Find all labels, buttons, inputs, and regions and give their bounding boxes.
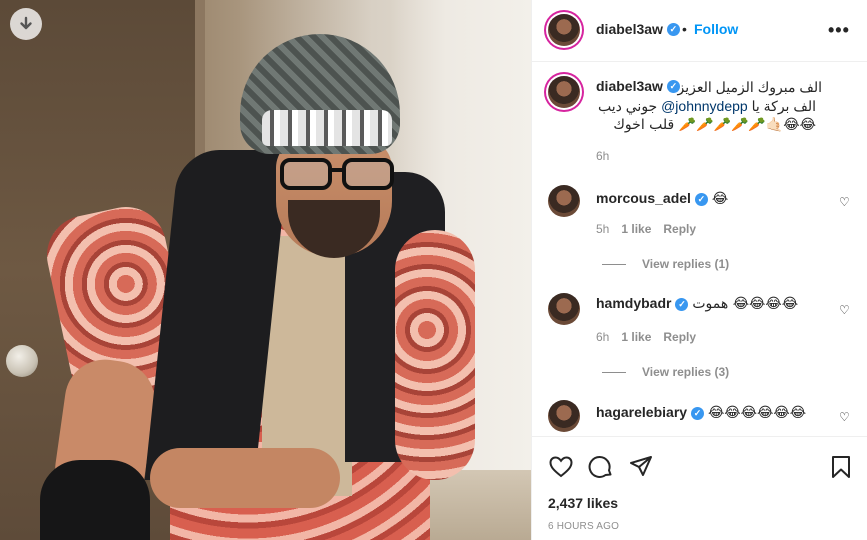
view-replies-label[interactable]: View replies (3) bbox=[642, 365, 729, 379]
verified-badge-icon: ✓ bbox=[691, 406, 705, 420]
commenter-avatar[interactable] bbox=[548, 400, 580, 432]
commenter-avatar[interactable] bbox=[548, 293, 580, 325]
bookmark-icon[interactable] bbox=[828, 454, 854, 480]
comment-likes[interactable]: 1 like bbox=[621, 222, 651, 236]
like-comment-heart-icon[interactable]: ♡ bbox=[839, 195, 850, 209]
caption-line: الف بركة يا @johnnydepp جوني ديب bbox=[596, 97, 816, 115]
heart-icon[interactable] bbox=[548, 454, 574, 480]
photo-person-hand bbox=[150, 448, 340, 508]
post-side-panel: diabel3aw ✓ • Follow ••• diabel3aw ✓ الف م… bbox=[531, 0, 867, 540]
commenter-username[interactable]: hamdybadr bbox=[596, 295, 671, 311]
verified-badge-icon: ✓ bbox=[675, 297, 689, 311]
comment-text: 😂 bbox=[711, 191, 729, 207]
verified-badge-icon: ✓ bbox=[694, 192, 708, 206]
commenter-username[interactable]: morcous_adel bbox=[596, 190, 691, 206]
comments-scroll-area[interactable]: diabel3aw ✓ الف مبروك الزميل العزيز الف ب… bbox=[532, 63, 867, 435]
view-replies-button[interactable]: View replies (1) bbox=[602, 257, 729, 271]
caption-author-avatar[interactable] bbox=[548, 76, 580, 108]
like-comment-heart-icon[interactable]: ♡ bbox=[839, 410, 850, 424]
comment-meta: 5h 1 like Reply bbox=[596, 222, 696, 236]
post-header: diabel3aw ✓ • Follow ••• bbox=[532, 0, 867, 62]
caption-mention-link[interactable]: @johnnydepp bbox=[661, 98, 748, 114]
follow-button[interactable]: Follow bbox=[694, 21, 738, 37]
download-icon bbox=[20, 16, 32, 30]
caption-timestamp[interactable]: 6h bbox=[596, 149, 609, 163]
author-username[interactable]: diabel3aw ✓ bbox=[596, 21, 680, 39]
header-separator: • bbox=[682, 21, 687, 37]
comment-body: hamdybadr ✓ هموت 😂😂😂😂 bbox=[596, 295, 798, 312]
photo-door-knob bbox=[6, 345, 38, 377]
author-avatar[interactable] bbox=[548, 14, 580, 46]
photo-person-glasses bbox=[280, 158, 394, 190]
comment-text: هموت 😂😂😂😂 bbox=[692, 296, 799, 312]
likes-count[interactable]: 2,437 likes bbox=[548, 495, 618, 511]
comment-body: hagarelebiary ✓ 😂😂😂😂😂😂 bbox=[596, 404, 806, 421]
caption-text: جوني ديب bbox=[597, 98, 662, 114]
photo-person-bandana bbox=[262, 110, 392, 146]
comment-timestamp[interactable]: 6h bbox=[596, 330, 609, 344]
commenter-username[interactable]: hagarelebiary bbox=[596, 404, 687, 420]
commenter-avatar[interactable] bbox=[548, 185, 580, 217]
caption-text: الف بركة يا bbox=[747, 98, 816, 114]
share-icon[interactable] bbox=[628, 454, 654, 480]
comment-meta: 6h 1 like Reply bbox=[596, 330, 696, 344]
view-replies-line bbox=[602, 264, 626, 266]
comment-likes[interactable]: 1 like bbox=[621, 330, 651, 344]
caption-line: الف مبروك الزميل العزيز bbox=[677, 79, 822, 95]
post-timestamp[interactable]: 6 HOURS AGO bbox=[548, 521, 619, 532]
reply-button[interactable]: Reply bbox=[663, 330, 696, 344]
view-replies-button[interactable]: View replies (3) bbox=[602, 365, 729, 379]
caption-line: 😂😂🤙🏻🥕🥕🥕🥕🥕 قلب اخوك bbox=[613, 117, 816, 133]
comment-timestamp[interactable]: 5h bbox=[596, 222, 609, 236]
post-photo[interactable] bbox=[0, 0, 531, 540]
view-replies-line bbox=[602, 372, 626, 374]
post-actions: 2,437 likes 6 HOURS AGO bbox=[532, 436, 867, 540]
comment-icon[interactable] bbox=[588, 454, 614, 480]
reply-button[interactable]: Reply bbox=[663, 222, 696, 236]
download-button[interactable] bbox=[10, 8, 42, 40]
photo-person-wrap bbox=[40, 460, 150, 540]
more-options-icon[interactable]: ••• bbox=[828, 20, 850, 41]
author-username-text[interactable]: diabel3aw bbox=[596, 21, 663, 37]
comment-text: 😂😂😂😂😂😂 bbox=[707, 405, 807, 421]
photo-person-arm bbox=[395, 230, 475, 480]
comment-body: morcous_adel ✓ 😂 bbox=[596, 190, 728, 207]
like-comment-heart-icon[interactable]: ♡ bbox=[839, 303, 850, 317]
verified-badge-icon: ✓ bbox=[666, 23, 680, 37]
view-replies-label[interactable]: View replies (1) bbox=[642, 257, 729, 271]
